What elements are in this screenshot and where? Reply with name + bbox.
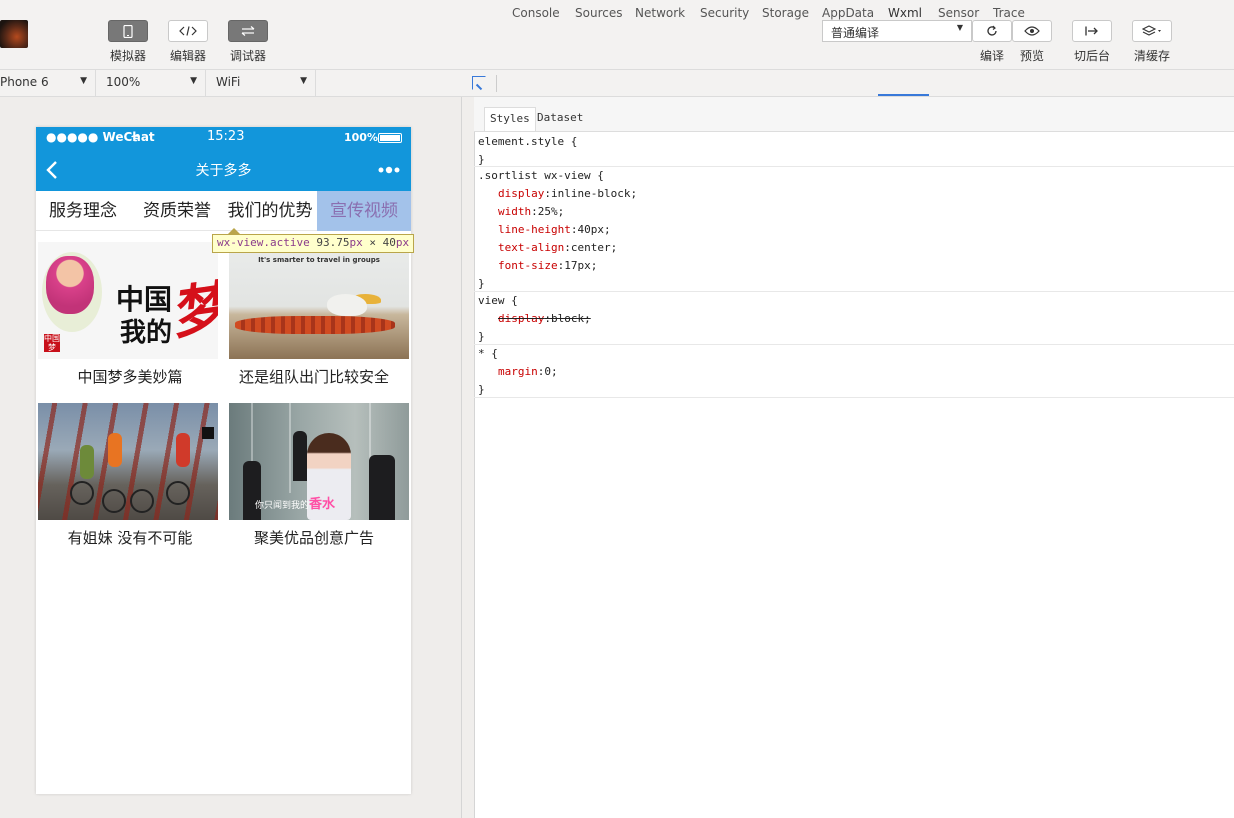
tab-promo-video[interactable]: 宣传视频 bbox=[317, 191, 411, 231]
card-caption[interactable]: 中国梦多美妙篇 bbox=[36, 366, 224, 387]
image-text: It's smarter to travel in groups bbox=[258, 256, 380, 264]
network-value: WiFi bbox=[216, 75, 241, 89]
card-image-china-dream[interactable]: 中国 我的 梦 中国梦 bbox=[38, 242, 218, 359]
preview-button[interactable]: 预览 bbox=[1012, 20, 1052, 64]
network-select[interactable]: WiFi ▼ bbox=[206, 70, 316, 97]
css-rule: element.style { } bbox=[474, 133, 1234, 167]
switch-background-label: 切后台 bbox=[1073, 49, 1110, 63]
refresh-icon bbox=[972, 20, 1012, 42]
device-bar: Phone 6 ▼ 100% ▼ WiFi ▼ bbox=[0, 70, 462, 97]
editor-label: 编辑器 bbox=[169, 49, 206, 63]
device-value: Phone 6 bbox=[0, 75, 49, 89]
sidebar-subtabs: Styles Dataset bbox=[474, 97, 1234, 132]
more-dots-icon[interactable] bbox=[378, 166, 402, 174]
layers-icon bbox=[1132, 20, 1172, 42]
css-property[interactable]: line-height:40px; bbox=[478, 221, 1234, 239]
tab-service-concept[interactable]: 服务理念 bbox=[36, 191, 130, 231]
tab-sources[interactable]: Sources bbox=[575, 6, 622, 20]
chevron-down-icon: ▼ bbox=[300, 76, 307, 86]
status-bar: ●●●●● WeChat ᯤ 15:23 100% bbox=[36, 127, 411, 147]
clear-cache-button[interactable]: 清缓存 bbox=[1132, 20, 1172, 64]
code-icon bbox=[168, 20, 208, 42]
preview-label: 预览 bbox=[1019, 49, 1044, 63]
battery-text: 100% bbox=[344, 131, 378, 144]
tab-trace[interactable]: Trace bbox=[993, 6, 1025, 20]
css-close: } bbox=[478, 330, 485, 343]
tab-appdata[interactable]: AppData bbox=[822, 6, 874, 20]
battery-icon bbox=[378, 133, 402, 143]
avatar[interactable] bbox=[0, 20, 28, 48]
css-property[interactable]: display:inline-block; bbox=[478, 185, 1234, 203]
image-subtitle: 你只闻到我的香水 bbox=[255, 497, 336, 512]
css-rule: view { display:block; } bbox=[474, 292, 1234, 345]
css-close: } bbox=[478, 277, 485, 290]
switch-background-icon bbox=[1072, 20, 1112, 42]
zoom-select[interactable]: 100% ▼ bbox=[96, 70, 206, 97]
css-selector: * { bbox=[478, 347, 498, 360]
editor-button[interactable]: 编辑器 bbox=[168, 20, 208, 64]
phone-icon bbox=[108, 20, 148, 42]
compile-label: 编译 bbox=[979, 49, 1004, 63]
css-rule: .sortlist wx-view { display:inline-block… bbox=[474, 167, 1234, 292]
chevron-down-icon: ▼ bbox=[80, 76, 87, 86]
status-time: 15:23 bbox=[207, 129, 245, 144]
simulator-button[interactable]: 模拟器 bbox=[108, 20, 148, 64]
css-selector: view { bbox=[478, 294, 518, 307]
subtab-styles[interactable]: Styles bbox=[484, 107, 536, 131]
card-image-jumei-ad[interactable]: 你只闻到我的香水 bbox=[229, 403, 409, 520]
seal-stamp: 中国梦 bbox=[44, 334, 60, 352]
switch-background-button[interactable]: 切后台 bbox=[1072, 20, 1112, 64]
subtab-dataset[interactable]: Dataset bbox=[532, 107, 588, 131]
css-selector: .sortlist wx-view { bbox=[478, 169, 604, 182]
debugger-label: 调试器 bbox=[229, 49, 266, 63]
compile-button[interactable]: 编译 bbox=[972, 20, 1012, 64]
tab-storage[interactable]: Storage bbox=[762, 6, 809, 20]
element-size-tooltip: wx-view.active 93.75px × 40px bbox=[212, 234, 415, 253]
tab-wxml[interactable]: Wxml bbox=[888, 6, 922, 20]
debug-icon bbox=[228, 20, 268, 42]
simulator-label: 模拟器 bbox=[109, 49, 146, 63]
tab-sensor[interactable]: Sensor bbox=[938, 6, 979, 20]
css-property-overridden[interactable]: display:block; bbox=[478, 310, 1234, 328]
devtools-tab-bar bbox=[462, 70, 1234, 97]
tab-qualifications[interactable]: 资质荣誉 bbox=[130, 191, 224, 231]
card-caption[interactable]: 还是组队出门比较安全 bbox=[220, 366, 408, 387]
card-image-sisters[interactable] bbox=[38, 403, 218, 520]
card-caption[interactable]: 有姐妹 没有不可能 bbox=[36, 527, 224, 548]
zoom-value: 100% bbox=[106, 75, 141, 89]
wifi-icon: ᯤ bbox=[131, 133, 141, 144]
card-caption[interactable]: 聚美优品创意广告 bbox=[220, 527, 408, 548]
tab-console[interactable]: Console bbox=[512, 6, 560, 20]
chevron-down-icon: ▼ bbox=[190, 76, 197, 86]
compile-mode-value: 普通编译 bbox=[831, 26, 880, 40]
clear-cache-label: 清缓存 bbox=[1133, 49, 1170, 63]
css-close: } bbox=[478, 383, 485, 396]
device-select[interactable]: Phone 6 ▼ bbox=[0, 70, 96, 97]
css-property[interactable]: width:25%; bbox=[478, 203, 1234, 221]
debugger-button[interactable]: 调试器 bbox=[228, 20, 268, 64]
phone-screen: ●●●●● WeChat ᯤ 15:23 100% 关于多多 服务理念 资质荣誉… bbox=[36, 127, 411, 794]
image-text: 梦 bbox=[166, 274, 218, 348]
chevron-down-icon: ▼ bbox=[956, 23, 963, 32]
tab-network[interactable]: Network bbox=[635, 6, 685, 20]
card-image-travel-groups[interactable]: It's smarter to travel in groups bbox=[229, 242, 409, 359]
compile-mode-select[interactable]: 普通编译 ▼ bbox=[822, 20, 972, 42]
inspect-icon[interactable] bbox=[472, 76, 486, 90]
css-selector: element.style { bbox=[478, 135, 578, 148]
css-property[interactable]: text-align:center; bbox=[478, 239, 1234, 257]
divider bbox=[496, 75, 497, 92]
css-rule: * { margin:0; } bbox=[474, 345, 1234, 398]
nav-bar: 关于多多 bbox=[36, 147, 411, 191]
tab-advantages[interactable]: 我们的优势 bbox=[223, 191, 317, 231]
css-property[interactable]: margin:0; bbox=[478, 363, 1234, 381]
sort-tab-bar: 服务理念 资质荣誉 我们的优势 宣传视频 bbox=[36, 191, 411, 231]
active-tab-indicator bbox=[878, 94, 929, 96]
css-property[interactable]: font-size:17px; bbox=[478, 257, 1234, 275]
eye-icon bbox=[1012, 20, 1052, 42]
image-text: 我的 bbox=[120, 318, 173, 348]
page-title: 关于多多 bbox=[195, 163, 252, 179]
tab-security[interactable]: Security bbox=[700, 6, 749, 20]
brand-logo bbox=[202, 427, 214, 439]
